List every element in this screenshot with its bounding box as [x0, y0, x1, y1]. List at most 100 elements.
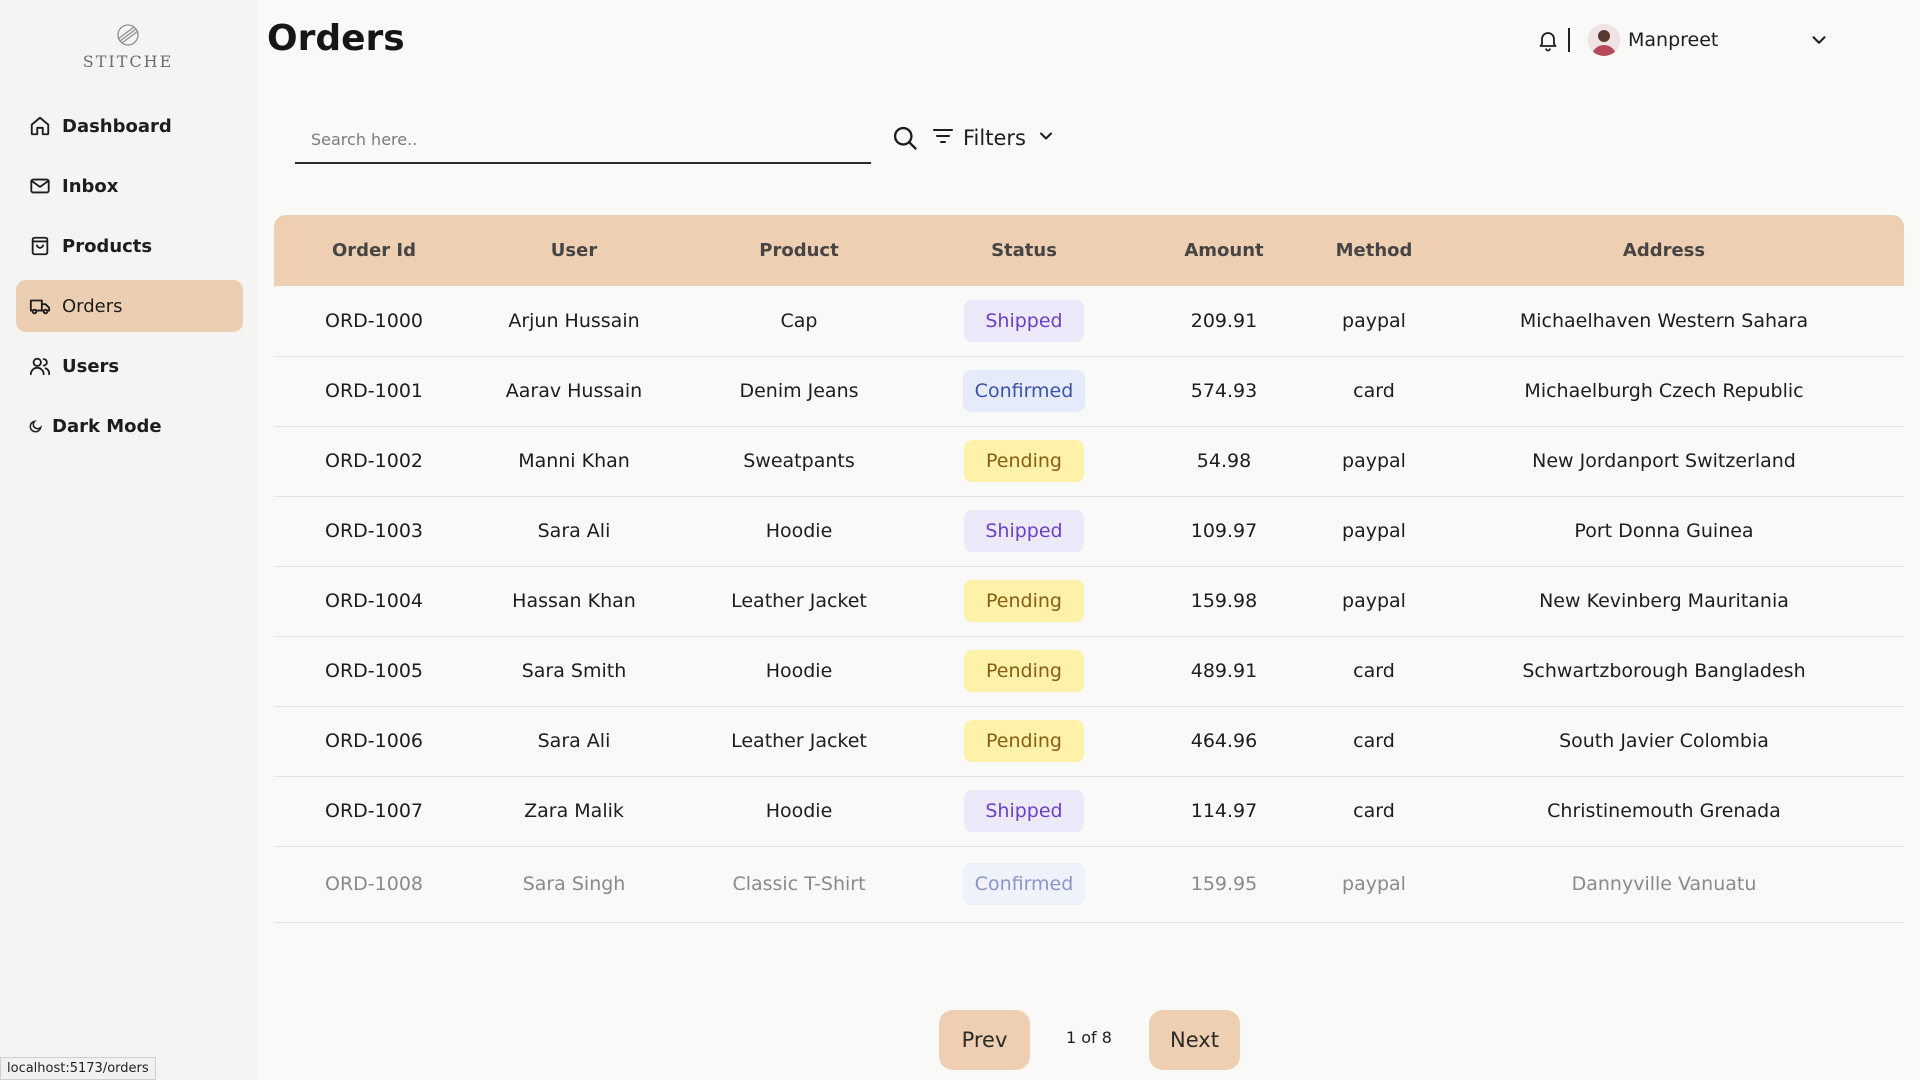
method-cell: paypal	[1324, 426, 1424, 497]
filters-label: Filters	[963, 126, 1026, 150]
status-cell: Pending	[924, 706, 1124, 777]
product-cell: Hoodie	[674, 636, 924, 707]
user-cell: Sara Smith	[474, 636, 674, 707]
next-button[interactable]: Next	[1149, 1010, 1240, 1070]
status-cell: Pending	[924, 426, 1124, 497]
product-cell: Classic T-Shirt	[674, 846, 924, 923]
status-badge: Pending	[964, 440, 1084, 482]
user-area: Manpreet	[1536, 22, 1830, 58]
dark-mode-toggle[interactable]: Dark Mode	[16, 400, 243, 452]
status-badge: Pending	[964, 720, 1084, 762]
sidebar-item-label: Orders	[62, 295, 123, 317]
status-badge: Shipped	[964, 299, 1084, 342]
orders-table-container: Order Id User Product Status Amount Meth…	[274, 215, 1904, 937]
status-cell: Shipped	[924, 776, 1124, 847]
column-header-amount[interactable]: Amount	[1124, 215, 1324, 286]
table-row[interactable]: ORD-1007 Zara Malik Hoodie Shipped 114.9…	[274, 776, 1904, 847]
order-id-cell: ORD-1007	[274, 776, 474, 847]
address-cell: Schwartzborough Bangladesh	[1424, 636, 1904, 707]
table-row[interactable]: ORD-1004 Hassan Khan Leather Jacket Pend…	[274, 566, 1904, 637]
status-cell: Shipped	[924, 286, 1124, 357]
order-id-cell: ORD-1008	[274, 846, 474, 923]
column-header-status[interactable]: Status	[924, 215, 1124, 286]
table-row[interactable]: ORD-1000 Arjun Hussain Cap Shipped 209.9…	[274, 286, 1904, 357]
column-header-method[interactable]: Method	[1324, 215, 1424, 286]
user-cell: Zara Malik	[474, 776, 674, 847]
sidebar-item-label: Users	[62, 355, 120, 377]
truck-icon	[28, 294, 52, 318]
address-cell: South Javier Colombia	[1424, 706, 1904, 777]
table-row[interactable]: ORD-1006 Sara Ali Leather Jacket Pending…	[274, 706, 1904, 777]
address-cell: New Kevinberg Mauritania	[1424, 566, 1904, 637]
order-id-cell: ORD-1002	[274, 426, 474, 497]
sidebar-item-users[interactable]: Users	[16, 340, 243, 392]
order-id-cell: ORD-1001	[274, 356, 474, 427]
search-icon[interactable]	[891, 124, 919, 152]
shopping-bag-icon	[28, 234, 52, 258]
sidebar-item-products[interactable]: Products	[16, 220, 243, 272]
status-badge: Pending	[964, 580, 1084, 622]
product-cell: Denim Jeans	[674, 356, 924, 427]
mail-icon	[28, 174, 52, 198]
brand-wordmark: STITCHE	[82, 52, 174, 71]
sidebar: STITCHE Dashboard Inbox Products Orders	[0, 0, 258, 1080]
product-cell: Leather Jacket	[674, 566, 924, 637]
product-cell: Hoodie	[674, 496, 924, 567]
address-cell: Dannyville Vanuatu	[1424, 846, 1904, 923]
moon-icon	[28, 414, 44, 438]
user-name[interactable]: Manpreet	[1628, 29, 1808, 51]
status-cell: Confirmed	[924, 846, 1124, 923]
chevron-down-icon	[1036, 126, 1056, 150]
search-input[interactable]	[295, 116, 871, 162]
table-row[interactable]: ORD-1001 Aarav Hussain Denim Jeans Confi…	[274, 356, 1904, 427]
method-cell: paypal	[1324, 496, 1424, 567]
column-header-address[interactable]: Address	[1424, 215, 1904, 286]
address-cell: Michaelburgh Czech Republic	[1424, 356, 1904, 427]
column-header-user[interactable]: User	[474, 215, 674, 286]
sidebar-item-inbox[interactable]: Inbox	[16, 160, 243, 212]
order-id-cell: ORD-1005	[274, 636, 474, 707]
sidebar-item-label: Products	[62, 235, 153, 257]
product-cell: Leather Jacket	[674, 706, 924, 777]
sidebar-item-dashboard[interactable]: Dashboard	[16, 100, 243, 152]
status-cell: Pending	[924, 636, 1124, 707]
page-indicator: 1 of 8	[1066, 1028, 1112, 1047]
column-header-order-id[interactable]: Order Id	[274, 215, 474, 286]
column-header-product[interactable]: Product	[674, 215, 924, 286]
sidebar-item-label: Inbox	[62, 175, 119, 197]
divider	[1568, 28, 1570, 52]
product-cell: Sweatpants	[674, 426, 924, 497]
status-badge: Confirmed	[962, 863, 1086, 905]
amount-cell: 109.97	[1124, 496, 1324, 567]
status-badge: Pending	[964, 650, 1084, 692]
table-row[interactable]: ORD-1002 Manni Khan Sweatpants Pending 5…	[274, 426, 1904, 497]
search-bar	[295, 116, 871, 164]
method-cell: card	[1324, 706, 1424, 777]
table-row[interactable]: ORD-1003 Sara Ali Hoodie Shipped 109.97 …	[274, 496, 1904, 567]
filter-icon	[931, 124, 955, 152]
method-cell: paypal	[1324, 286, 1424, 357]
address-cell: New Jordanport Switzerland	[1424, 426, 1904, 497]
sidebar-item-orders[interactable]: Orders	[16, 280, 243, 332]
table-row[interactable]: ORD-1008 Sara Singh Classic T-Shirt Conf…	[274, 846, 1904, 923]
method-cell: card	[1324, 636, 1424, 707]
avatar[interactable]	[1588, 24, 1620, 56]
user-cell: Arjun Hussain	[474, 286, 674, 357]
method-cell: paypal	[1324, 846, 1424, 923]
prev-button[interactable]: Prev	[939, 1010, 1030, 1070]
brand-logo[interactable]: STITCHE	[62, 22, 194, 84]
order-id-cell: ORD-1004	[274, 566, 474, 637]
method-cell: paypal	[1324, 566, 1424, 637]
amount-cell: 464.96	[1124, 706, 1324, 777]
address-cell: Port Donna Guinea	[1424, 496, 1904, 567]
product-cell: Cap	[674, 286, 924, 357]
bell-icon[interactable]	[1536, 28, 1560, 52]
status-badge: Confirmed	[962, 370, 1086, 412]
browser-status-url: localhost:5173/orders	[0, 1057, 156, 1080]
order-id-cell: ORD-1006	[274, 706, 474, 777]
amount-cell: 574.93	[1124, 356, 1324, 427]
table-body: ORD-1000 Arjun Hussain Cap Shipped 209.9…	[274, 286, 1904, 923]
table-row[interactable]: ORD-1005 Sara Smith Hoodie Pending 489.9…	[274, 636, 1904, 707]
chevron-down-icon[interactable]	[1808, 29, 1830, 51]
filters-button[interactable]: Filters	[931, 122, 1056, 154]
